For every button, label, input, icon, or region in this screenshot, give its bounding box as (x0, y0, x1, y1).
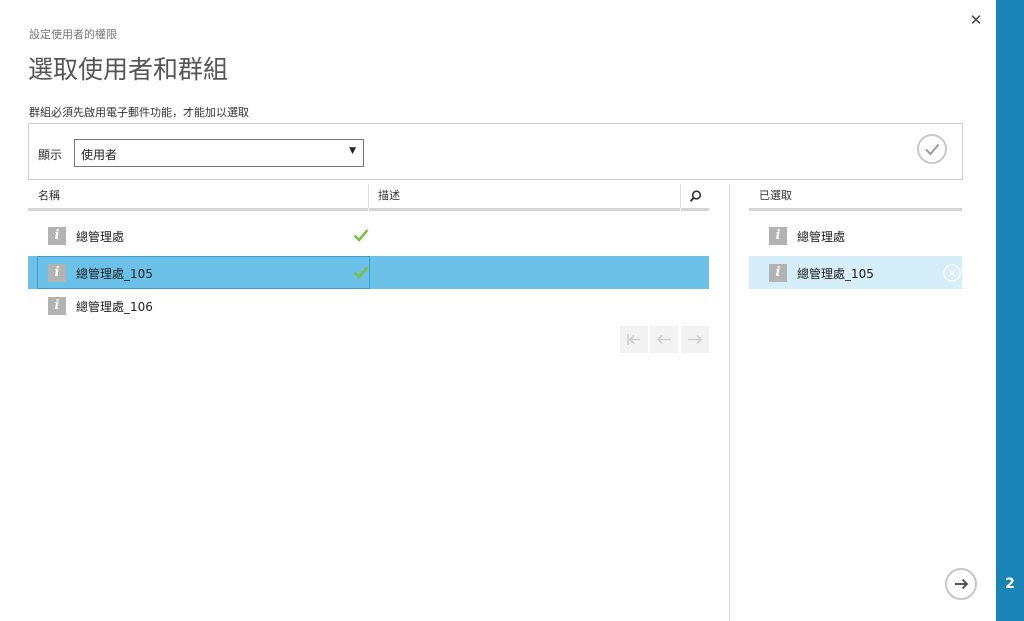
prev-page-icon (656, 334, 671, 345)
info-icon: i (48, 297, 66, 315)
selected-item[interactable]: i 總管理處_105 (749, 256, 962, 289)
next-button[interactable] (945, 568, 977, 600)
search-icon (689, 190, 702, 202)
page-title: 選取使用者和群組 (28, 55, 229, 84)
row-name: 總管理處_105 (76, 267, 153, 281)
panel-divider (729, 184, 730, 621)
confirm-check-button[interactable] (917, 134, 947, 164)
search-button[interactable] (681, 184, 709, 211)
next-page-button[interactable] (681, 326, 709, 353)
close-button[interactable]: ✕ (966, 10, 986, 30)
selected-panel-header: 已選取 (749, 184, 962, 211)
selected-panel-header-label: 已選取 (759, 189, 792, 202)
selected-item-name: 總管理處_105 (797, 267, 874, 281)
table-row[interactable]: i 總管理處 (28, 219, 709, 252)
info-icon: i (48, 227, 66, 245)
row-name: 總管理處_106 (76, 300, 153, 314)
arrow-right-icon (955, 578, 969, 590)
filter-select[interactable]: 使用者 ▼ (74, 139, 364, 167)
filter-select-value: 使用者 (81, 148, 118, 162)
table-row[interactable]: i 總管理處_105 (28, 256, 709, 289)
column-header-description[interactable]: 描述 (369, 184, 680, 211)
selected-item[interactable]: i 總管理處 (749, 219, 962, 252)
first-page-button[interactable] (620, 326, 648, 353)
column-header-name-label: 名稱 (38, 189, 60, 202)
next-page-icon (688, 334, 703, 345)
filter-label: 顯示 (38, 148, 63, 162)
info-icon: i (769, 227, 787, 245)
breadcrumb: 設定使用者的權限 (29, 28, 117, 41)
column-header-name[interactable]: 名稱 (28, 184, 368, 211)
instruction-text: 群組必須先啟用電子郵件功能，才能加以選取 (29, 106, 249, 119)
step-number: 2 (1005, 576, 1015, 592)
check-icon (925, 143, 940, 156)
close-icon: ✕ (969, 11, 983, 29)
check-icon (353, 266, 369, 279)
check-icon (353, 229, 369, 242)
row-name: 總管理處 (76, 230, 125, 244)
column-header-description-label: 描述 (378, 189, 400, 202)
info-icon: i (769, 264, 787, 282)
side-rail (996, 0, 1024, 621)
info-icon: i (48, 264, 66, 282)
prev-page-button[interactable] (650, 326, 678, 353)
selected-item-name: 總管理處 (797, 230, 846, 244)
first-page-icon (627, 334, 640, 345)
remove-icon[interactable] (942, 263, 962, 283)
dropdown-arrow-icon: ▼ (349, 146, 356, 156)
table-row[interactable]: i 總管理處_106 (28, 289, 709, 322)
